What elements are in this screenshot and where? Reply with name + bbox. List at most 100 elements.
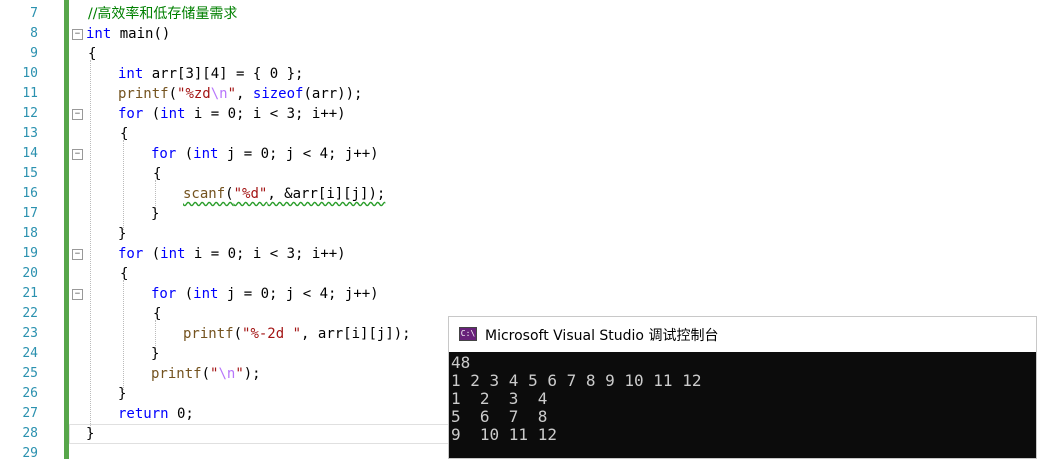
code-line-19[interactable]: for (int i = 0; i < 3; i++) [118,244,346,264]
code-line-20[interactable]: { [120,264,128,284]
console-title: Microsoft Visual Studio 调试控制台 [485,328,719,344]
code-text: ( [143,246,161,262]
line-number: 13 [22,126,38,141]
code-line-23[interactable]: printf("%-2d ", arr[i][j]); [183,324,411,344]
escape-sequence: \n [218,366,236,382]
code-text: ( [176,286,194,302]
code-text: , arr[i][j]); [301,326,411,342]
fold-collapse-icon[interactable]: − [72,29,83,40]
line-number: 26 [22,386,38,401]
code-line-11[interactable]: printf("%zd\n", sizeof(arr)); [118,84,362,104]
keyword: int [118,66,144,82]
keyword: for [151,146,177,162]
brace: { [88,46,97,62]
function-name: printf [183,326,234,342]
line-number: 21 [22,286,38,301]
line-number: 24 [22,346,38,361]
brace: } [118,386,127,402]
code-text: , [236,86,253,102]
line-number: 9 [30,46,38,61]
keyword: int [86,26,112,42]
fold-collapse-icon[interactable]: − [72,149,83,160]
line-number: 15 [22,166,38,181]
string: "%-2d " [242,326,302,342]
escape-sequence: \n [210,86,228,102]
code-line-13[interactable]: { [120,124,128,144]
code-text: j = 0; j < 4; j++) [218,146,379,162]
line-number-gutter: 7 8 9 10 11 12 13 14 15 16 17 18 19 20 2… [0,0,62,461]
console-output-line: 1 2 3 4 5 6 7 8 9 10 11 12 [451,371,702,390]
code-text: (arr)); [303,86,363,102]
change-indicator-bar [64,0,69,459]
brace: { [120,266,129,282]
code-text: main() [111,26,171,42]
code-text: ( [233,326,243,342]
code-line-12[interactable]: for (int i = 0; i < 3; i++) [118,104,346,124]
code-line-8[interactable]: int main() [86,24,170,44]
string: "%zd [177,86,211,102]
code-line-10[interactable]: int arr[3][4] = { 0 }; [118,64,303,84]
console-output[interactable]: 48 1 2 3 4 5 6 7 8 9 10 11 12 1 2 3 4 5 … [451,354,1031,458]
code-line-22[interactable]: { [153,304,161,324]
code-line-15[interactable]: { [153,164,161,184]
line-number: 20 [22,266,38,281]
code-text: ( [143,106,161,122]
brace: } [118,226,127,242]
line-number: 29 [22,446,38,461]
function-name: printf [151,366,202,382]
function-name: printf [118,86,169,102]
fold-collapse-icon[interactable]: − [72,289,83,300]
code-line-27[interactable]: return 0; [118,404,194,424]
code-text: , &arr[i][j]); [267,186,386,202]
brace: } [151,346,160,362]
keyword: sizeof [252,86,304,102]
console-output-line: 1 2 3 4 [451,389,548,408]
code-line-21[interactable]: for (int j = 0; j < 4; j++) [151,284,379,304]
code-line-28[interactable]: } [86,424,94,444]
code-line-14[interactable]: for (int j = 0; j < 4; j++) [151,144,379,164]
line-number: 14 [22,146,38,161]
console-output-line: 9 10 11 12 [451,425,557,444]
console-title-bar[interactable]: C:\ Microsoft Visual Studio 调试控制台 [449,317,1036,352]
string: "%d" [233,186,268,202]
code-line-26[interactable]: } [118,384,126,404]
code-text: arr[3][4] = { 0 }; [143,66,304,82]
keyword: for [118,246,144,262]
code-line-9[interactable]: { [88,44,96,64]
console-output-line: 48 [451,353,471,372]
line-number: 28 [22,426,38,441]
code-text: i = 0; i < 3; i++) [185,246,346,262]
code-line-24[interactable]: } [151,344,159,364]
line-number: 19 [22,246,38,261]
console-app-icon: C:\ [459,327,477,341]
line-number: 11 [22,86,38,101]
code-line-16[interactable]: scanf("%d", &arr[i][j]); [183,184,385,204]
code-text: ( [225,186,234,202]
debug-console-window[interactable]: C:\ Microsoft Visual Studio 调试控制台 48 1 2… [448,316,1037,459]
code-line-25[interactable]: printf("\n"); [151,364,261,384]
code-text: ( [201,366,211,382]
warning-squiggle[interactable]: scanf("%d", &arr[i][j]); [183,186,385,202]
indent-guide [90,60,91,430]
function-name: scanf [183,186,226,202]
keyword: return [118,406,169,422]
line-number: 25 [22,366,38,381]
indent-guide [123,140,124,230]
code-line-7[interactable]: //高效率和低存储量需求 [88,4,237,24]
line-number: 16 [22,186,38,201]
string: " [227,86,237,102]
code-line-18[interactable]: } [118,224,126,244]
brace: } [86,426,95,442]
keyword: int [160,246,186,262]
fold-collapse-icon[interactable]: − [72,109,83,120]
fold-collapse-icon[interactable]: − [72,249,83,260]
code-line-17[interactable]: } [151,204,159,224]
line-number: 22 [22,306,38,321]
current-line-highlight [69,424,449,444]
line-number: 18 [22,226,38,241]
code-text: ( [176,146,194,162]
line-number: 10 [22,66,38,81]
line-number: 17 [22,206,38,221]
code-text: j = 0; j < 4; j++) [218,286,379,302]
line-number: 23 [22,326,38,341]
